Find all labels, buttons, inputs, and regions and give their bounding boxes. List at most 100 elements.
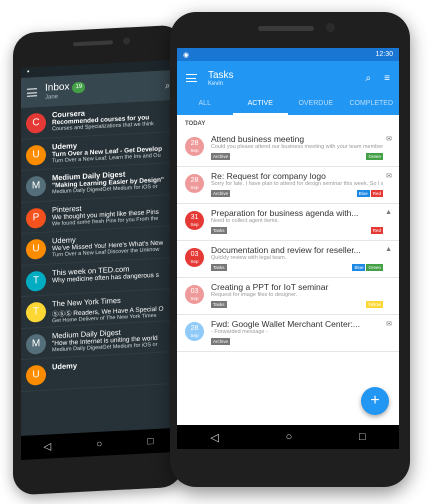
due-month: Sep [190, 296, 199, 301]
task-meta: Tasks Red [211, 226, 383, 234]
task-item[interactable]: 03 Sep Documentation and review for resell… [177, 241, 399, 278]
due-date-badge: 03 Sep [185, 248, 204, 267]
app-notification-icon: ◉ [183, 51, 190, 59]
task-description: Quickly review with legal team. [211, 255, 287, 261]
sender-avatar: M [26, 175, 46, 197]
sender-avatar: P [26, 207, 46, 229]
add-task-button[interactable]: + [361, 387, 389, 415]
task-labels: Blue Green [352, 263, 383, 271]
due-day: 28 [190, 325, 199, 332]
system-nav-bar: ◁ ○ □ [177, 425, 399, 449]
mail-text: Coursera Recommended courses for you Cours… [52, 105, 154, 133]
task-title: Re: Request for company logo [211, 171, 326, 181]
mail-text: This week on TED.com Why medicine often h… [52, 262, 159, 290]
due-month: Sep [190, 185, 199, 190]
sender-avatar: T [26, 301, 46, 323]
task-folder-tag: Tasks [211, 263, 227, 271]
task-body: Documentation and review for reseller...… [211, 245, 393, 274]
mail-text: Medium Daily Digest "How the Internet is … [52, 325, 158, 353]
menu-icon[interactable] [27, 88, 37, 97]
due-day: 03 [190, 251, 199, 258]
task-meta: Tasks Blue Green [211, 263, 383, 271]
home-nav-icon[interactable]: ○ [286, 431, 293, 443]
task-meta: Archive [211, 337, 383, 345]
due-date-badge: 28 Sep [185, 137, 204, 156]
task-title: Preparation for business agenda with... [211, 208, 359, 218]
due-month: Sep [190, 333, 199, 338]
task-item[interactable]: 03 Sep Creating a PPT for IoT seminar Reque… [177, 278, 399, 315]
status-bar: ◉ 12:30 [177, 48, 399, 61]
task-description: Could you please attend our business mee… [211, 144, 383, 150]
sender-avatar: U [26, 364, 46, 386]
sender-avatar: C [26, 112, 46, 134]
speaker-grille [258, 26, 314, 31]
mail-text: Pinterest We thought you might like these… [52, 199, 159, 227]
sender-avatar: T [26, 270, 46, 292]
task-folder-tag: Archive [211, 152, 231, 160]
task-meta: Tasks Yellow [211, 300, 383, 308]
due-month: Sep [190, 148, 199, 153]
mail-text: Udemy We've Missed You! Here's What's New… [52, 231, 163, 259]
tab-overdue[interactable]: OVERDUE [288, 95, 344, 115]
task-tabs: ALL ACTIVE OVERDUE COMPLETED [177, 95, 399, 115]
task-folder-tag: Archive [211, 189, 231, 197]
filter-icon[interactable]: ≡ [384, 73, 390, 84]
task-item[interactable]: 28 Sep Re: Request for company logo Sorry f… [177, 167, 399, 204]
tasks-title-block: Tasks Kevin [208, 70, 234, 87]
inbox-title: Inbox [45, 81, 70, 94]
mail-item[interactable]: U Udemy [21, 351, 176, 392]
back-phone: • Inbox 19 Jane ⌕ C Coursera Recommended co… [13, 24, 183, 496]
back-nav-icon[interactable]: ◁ [44, 441, 52, 452]
task-body: Creating a PPT for IoT seminar Request fo… [211, 282, 393, 311]
tab-completed[interactable]: COMPLETED [344, 95, 400, 115]
task-description: Sorry for late. I have plan to attend fo… [211, 181, 383, 187]
task-item[interactable]: 28 Sep Fwd: Google Wallet Merchant Center:… [177, 315, 399, 352]
due-day: 03 [190, 288, 199, 295]
email-icon: ✉ [386, 173, 392, 180]
recent-apps-icon[interactable]: □ [359, 431, 366, 443]
tasks-account: Kevin [208, 80, 224, 87]
reminder-bell-icon: ▲ [385, 246, 392, 253]
task-description: Request for image files to designer. [211, 292, 298, 298]
due-date-badge: 31 Sep [185, 211, 204, 230]
menu-icon[interactable] [186, 74, 197, 82]
task-body: Preparation for business agenda with... N… [211, 208, 393, 237]
tasks-screen: ◉ 12:30 Tasks Kevin ⌕ ≡ ALL ACTIVE OVERDUE… [177, 48, 399, 425]
sender-avatar: U [26, 144, 46, 166]
search-icon[interactable]: ⌕ [366, 73, 372, 84]
recent-apps-icon[interactable]: □ [147, 436, 153, 447]
back-nav-icon[interactable]: ◁ [210, 431, 218, 444]
front-camera [326, 23, 335, 32]
task-item[interactable]: 28 Sep Attend business meeting Could you pl… [177, 130, 399, 167]
label-chip: Yellow [366, 300, 383, 308]
task-folder-tag: Archive [211, 337, 231, 345]
task-item[interactable]: 31 Sep Preparation for business agenda wit… [177, 204, 399, 241]
device-mockup: • Inbox 19 Jane ⌕ C Coursera Recommended co… [0, 0, 434, 504]
task-meta: Archive Blue Red [211, 189, 383, 197]
section-header-today: TODAY [185, 121, 206, 127]
mail-text: Udemy [52, 361, 77, 385]
status-time: 12:30 [375, 51, 393, 58]
label-chip: Red [370, 189, 383, 197]
task-labels: Yellow [366, 300, 383, 308]
sender-avatar: U [26, 238, 46, 260]
sender-avatar: M [26, 333, 46, 355]
mail-text: Medium Daily Digest "Making Learning Easi… [52, 168, 164, 196]
label-chip: Blue [356, 189, 370, 197]
mail-list: C Coursera Recommended courses for you Cour… [21, 99, 176, 392]
task-folder-tag: Tasks [211, 300, 227, 308]
task-body: Attend business meeting Could you please … [211, 134, 393, 163]
tab-active[interactable]: ACTIVE [232, 95, 288, 115]
due-day: 28 [190, 140, 199, 147]
due-date-badge: 28 Sep [185, 174, 204, 193]
tab-all[interactable]: ALL [177, 95, 233, 115]
task-title: Attend business meeting [211, 134, 305, 144]
task-labels: Red [370, 226, 383, 234]
label-chip: Green [366, 152, 383, 160]
tasks-title: Tasks [208, 69, 234, 81]
home-nav-icon[interactable]: ○ [96, 438, 102, 449]
email-icon: ✉ [386, 321, 392, 328]
label-chip: Blue [352, 263, 366, 271]
front-camera [123, 37, 130, 45]
label-chip: Red [370, 226, 383, 234]
